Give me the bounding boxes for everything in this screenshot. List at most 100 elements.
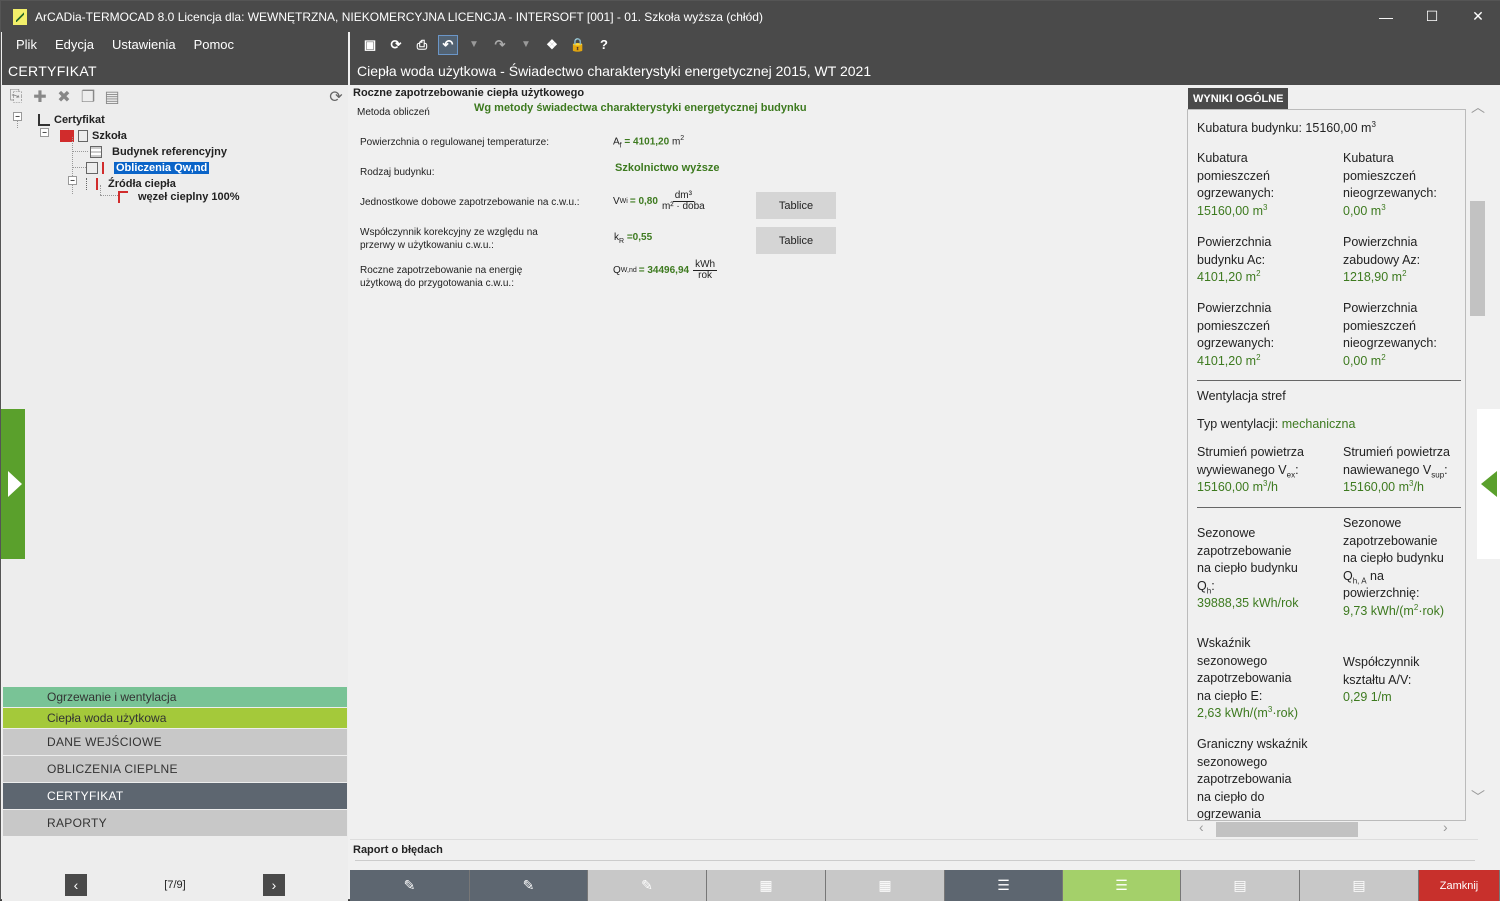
menu-edit[interactable]: Edycja (55, 37, 94, 52)
prev-page-button[interactable]: ‹ (65, 873, 87, 896)
label-line: zapotrzebowanie (1197, 543, 1292, 558)
save-icon[interactable]: ▣ (360, 35, 380, 55)
refresh-icon[interactable]: ⟳ (386, 35, 406, 55)
layers-icon[interactable]: ❖ (542, 35, 562, 55)
undo-dropdown-icon[interactable]: ▼ (464, 35, 484, 55)
edit-document-icon[interactable]: ✎ (350, 870, 470, 901)
label-line: zapotrzebowania (1197, 772, 1292, 786)
copy-icon[interactable]: ❐ (78, 87, 98, 107)
edit-document-icon[interactable]: ✎ (588, 870, 707, 901)
label-line: sezonowego (1197, 754, 1268, 769)
help-icon[interactable]: ? (594, 35, 614, 55)
label-line: zapotrzebowanie (1343, 533, 1438, 548)
next-page-button[interactable]: › (263, 873, 285, 896)
calc-icon (78, 130, 88, 142)
scroll-down-icon[interactable]: ﹀ (1471, 787, 1485, 807)
label-line: na ciepło E: (1197, 688, 1263, 703)
label-line: ogrzewanych: (1197, 186, 1275, 200)
table-icon[interactable]: ▦ (707, 870, 826, 901)
annual-unit: kWh rok (693, 260, 718, 281)
seasonal-demand-qha: Sezonowe zapotrzebowanie na ciepło budyn… (1343, 516, 1445, 618)
tree-expander[interactable]: − (13, 112, 22, 121)
results-tab[interactable]: WYNIKI OGÓLNE (1188, 88, 1289, 109)
menu-settings[interactable]: Ustawienia (112, 37, 176, 52)
daily-demand-formula: V Wi = 0,80 dm³ m² · doba (613, 191, 705, 212)
label-line: Q (1197, 578, 1207, 593)
document-icon[interactable]: ▤ (1181, 870, 1300, 901)
preview-icon[interactable]: ⎙ (412, 35, 432, 55)
refresh-icon[interactable]: ⟳ (326, 87, 346, 107)
tree-structure-icon (86, 178, 92, 190)
document-icon[interactable]: ▤ (1300, 870, 1419, 901)
tree-line (100, 195, 118, 196)
page-title: Ciepła woda użytkowa - Świadectwo charak… (350, 57, 1500, 85)
tree-node-calculations[interactable]: Obliczenia Qw,nd (86, 160, 210, 176)
close-button[interactable]: Zamknij (1419, 870, 1500, 901)
add-icon[interactable]: ✚ (30, 87, 50, 107)
close-window-button[interactable]: ✕ (1455, 1, 1500, 32)
section-thermal-calculations[interactable]: OBLICZENIA CIEPLNE (3, 756, 347, 782)
undo-icon[interactable]: ↶ (438, 34, 458, 55)
label-line: powierzchnię: (1343, 586, 1420, 600)
label-line: Sezonowe (1197, 526, 1256, 540)
left-panel-header: CERTYFIKAT (2, 57, 348, 85)
section-input-data[interactable]: DANE WEJŚCIOWE (3, 729, 347, 755)
ventilation-title: Wentylacja stref (1197, 389, 1286, 403)
results-vertical-scrollbar[interactable] (1470, 201, 1485, 316)
mode-hot-water[interactable]: Ciepła woda użytkowa (3, 708, 347, 728)
tables-button-correction[interactable]: Tablice (756, 227, 836, 254)
edit-document-icon[interactable]: ✎ (470, 870, 588, 901)
limit-indicator: Graniczny wskaźnik sezonowego zapotrzebo… (1197, 736, 1307, 820)
area-subscript: f (619, 142, 622, 150)
results-panel: WYNIKI OGÓLNE Kubatura budynku: 15160,00… (1186, 87, 1486, 839)
area-value: = 4101,20 (624, 136, 670, 148)
menu-help[interactable]: Pomoc (194, 37, 234, 52)
tables-button-daily[interactable]: Tablice (756, 192, 836, 219)
pager: ‹ [7/9] › (3, 869, 347, 900)
mode-heating-ventilation[interactable]: Ogrzewanie i wentylacja (3, 687, 347, 707)
maximize-button[interactable]: ☐ (1409, 1, 1455, 32)
list-icon[interactable]: ☰ (1063, 870, 1181, 901)
unheated-area: Powierzchnia pomieszczeń nieogrzewanych:… (1343, 301, 1437, 368)
section-certificate[interactable]: CERTYFIKAT (3, 783, 347, 809)
label-line: na ciepło do (1197, 789, 1265, 804)
section-reports[interactable]: RAPORTY (3, 810, 347, 836)
redo-dropdown-icon[interactable]: ▼ (516, 35, 536, 55)
table-icon[interactable]: ▦ (826, 870, 945, 901)
divider (1197, 507, 1461, 508)
tree-node-building[interactable]: Szkoła (60, 128, 127, 144)
annual-subscript: W,nd (620, 267, 637, 274)
lock-icon[interactable]: 🔒 (568, 35, 588, 55)
heated-area: Powierzchnia pomieszczeń ogrzewanych: 41… (1197, 301, 1275, 368)
menu-file[interactable]: Plik (16, 37, 37, 52)
label-line: nieogrzewanych: (1343, 186, 1437, 200)
label-line: Strumień powietrza (1197, 445, 1304, 459)
scroll-right-icon[interactable]: › (1443, 819, 1448, 835)
delete-icon[interactable]: ✖ (54, 87, 74, 107)
redo-icon[interactable]: ↷ (490, 35, 510, 55)
tree-expander[interactable]: − (68, 176, 77, 185)
collapse-left-panel-button[interactable] (1, 409, 25, 559)
divider (355, 860, 1475, 861)
method-value[interactable]: Wg metody świadectwa charakterystyki ene… (474, 102, 807, 114)
paste-icon[interactable]: ▤ (102, 87, 122, 107)
building-type-value[interactable]: Szkolnictwo wyższe (615, 162, 720, 174)
list-icon[interactable]: ☰ (945, 870, 1063, 901)
label-line: pomieszczeń (1197, 318, 1270, 333)
tree-node-reference-building[interactable]: Budynek referencyjny (90, 144, 227, 160)
scroll-up-icon[interactable]: ︿ (1471, 97, 1485, 117)
tree-node-certificate[interactable]: Certyfikat (38, 112, 105, 128)
annual-label-line1: Roczne zapotrzebowanie na energię (360, 265, 523, 276)
heated-volume: Kubatura pomieszczeń ogrzewanych: 15160,… (1197, 151, 1275, 218)
tree-expander[interactable]: − (40, 128, 49, 137)
window-title: ArCADia-TERMOCAD 8.0 Licencja dla: WEWNĘ… (35, 9, 763, 24)
label-line: sezonowego (1197, 653, 1268, 668)
tree-node-heat-node[interactable]: węzeł cieplny 100% (118, 189, 240, 205)
collapse-right-panel-button[interactable] (1477, 409, 1500, 559)
area-label: Powierzchnia o regulowanej temperaturze: (360, 137, 549, 148)
results-horizontal-scrollbar[interactable] (1216, 822, 1358, 837)
scroll-left-icon[interactable]: ‹ (1199, 819, 1204, 835)
minimize-button[interactable]: — (1363, 1, 1409, 32)
daily-unit: dm³ m² · doba (662, 191, 705, 212)
new-document-icon[interactable]: ⎘ (6, 88, 26, 106)
